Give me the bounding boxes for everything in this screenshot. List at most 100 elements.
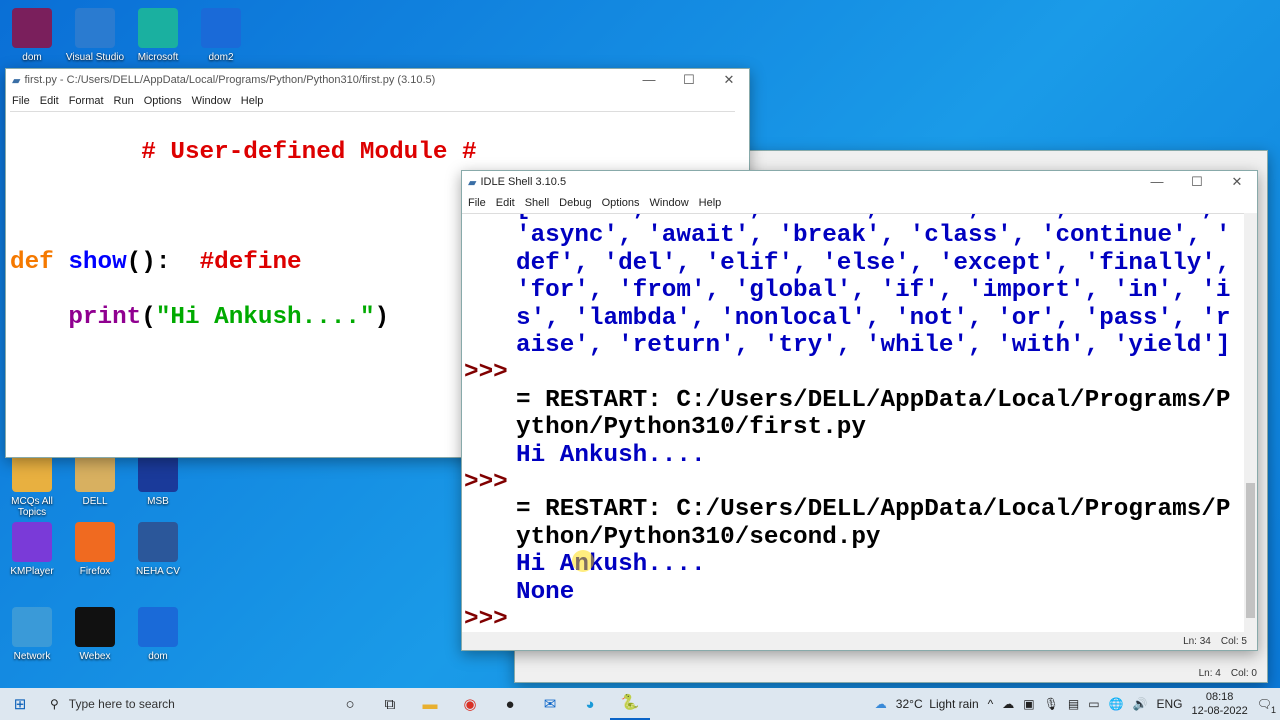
menu-help[interactable]: Help: [699, 197, 722, 209]
desktop-icon-label: MCQs All Topics: [11, 496, 53, 518]
weather-text[interactable]: 32°C Light rain: [896, 697, 979, 711]
desktop-icon[interactable]: MCQs All Topics: [0, 452, 64, 518]
shell-output: = RESTART: C:/Users/DELL/AppData/Local/P…: [516, 496, 1231, 524]
shell-output: ython/Python310/first.py: [516, 414, 866, 442]
menu-run[interactable]: Run: [114, 95, 134, 107]
cortana-icon[interactable]: ○: [330, 696, 370, 713]
shell-prompt: [462, 442, 516, 469]
menu-edit[interactable]: Edit: [40, 95, 59, 107]
task-view-icon[interactable]: ⧉: [370, 696, 410, 713]
minimize-button[interactable]: —: [1137, 174, 1177, 190]
menu-edit[interactable]: Edit: [496, 197, 515, 209]
status-col: Col: 0: [1230, 667, 1257, 679]
menu-window[interactable]: Window: [650, 197, 689, 209]
battery-icon[interactable]: ▭: [1088, 697, 1099, 711]
desktop-icon[interactable]: dom: [126, 607, 190, 662]
windows-start-icon[interactable]: ⊞: [0, 695, 40, 713]
desktop-icon-label: KMPlayer: [10, 566, 54, 577]
idle-icon[interactable]: 🐍: [610, 688, 650, 720]
desktop-icon-image: [75, 522, 115, 562]
chrome-icon[interactable]: ◉: [450, 695, 490, 713]
cloud-icon[interactable]: ☁: [1002, 697, 1014, 711]
shell-line: def', 'del', 'elif', 'else', 'except', '…: [462, 250, 1246, 277]
shell-output: ython/Python310/second.py: [516, 523, 881, 551]
mouse-cursor: [572, 550, 594, 572]
maximize-button[interactable]: ☐: [669, 72, 709, 88]
shell-line: aise', 'return', 'try', 'while', 'with',…: [462, 332, 1246, 359]
maximize-button[interactable]: ☐: [1177, 174, 1217, 190]
menu-window[interactable]: Window: [192, 95, 231, 107]
close-button[interactable]: ✕: [1217, 174, 1257, 190]
shell-output: None: [516, 578, 575, 606]
shell-menubar: File Edit Shell Debug Options Window Help: [462, 193, 1257, 213]
menu-file[interactable]: File: [12, 95, 30, 107]
desktop-icon-label: NEHA CV: [136, 566, 180, 577]
desktop-icon-image: [12, 8, 52, 48]
desktop-icon[interactable]: DELL: [63, 452, 127, 507]
scrollbar-thumb[interactable]: [1246, 483, 1255, 618]
volume-icon[interactable]: 🔊: [1133, 697, 1148, 711]
editor-titlebar[interactable]: ▰ first.py - C:/Users/DELL/AppData/Local…: [6, 69, 749, 91]
shell-prompt: >>>: [464, 469, 508, 497]
desktop-icon[interactable]: Network: [0, 607, 64, 662]
desktop-icon-image: [75, 607, 115, 647]
notification-icon[interactable]: 🗨 1: [1257, 697, 1276, 715]
shell-line: Hi Ankush....: [462, 442, 1246, 469]
desktop-icon-label: DELL: [82, 496, 108, 507]
desktop-icon[interactable]: Visual Studio: [63, 8, 127, 63]
shell-line: >>>: [462, 359, 1246, 386]
desktop-icon[interactable]: Microsoft: [126, 8, 190, 63]
shell-titlebar[interactable]: ▰ IDLE Shell 3.10.5 — ☐ ✕: [462, 171, 1257, 193]
menu-format[interactable]: Format: [69, 95, 104, 107]
desktop-icon[interactable]: KMPlayer: [0, 522, 64, 577]
desktop-icon-image: [12, 522, 52, 562]
mail-icon[interactable]: ✉: [530, 695, 570, 713]
desktop-icon[interactable]: dom: [0, 8, 64, 63]
code-text: ): [374, 303, 390, 331]
edge-icon[interactable]: ◕: [570, 696, 610, 713]
desktop-icon-label: Firefox: [79, 566, 111, 577]
shell-prompt: [462, 332, 516, 359]
desktop-icon-image: [201, 8, 241, 48]
shell-line: ython/Python310/first.py: [462, 414, 1246, 441]
dell-icon[interactable]: ●: [490, 696, 530, 713]
show-hidden-icons[interactable]: ^: [988, 697, 994, 711]
clock[interactable]: 08:18 12-08-2022: [1191, 690, 1247, 718]
shell-line: >>>: [462, 469, 1246, 496]
shell-output: def', 'del', 'elif', 'else', 'except', '…: [516, 249, 1231, 277]
menu-options[interactable]: Options: [144, 95, 182, 107]
shell-window[interactable]: ▰ IDLE Shell 3.10.5 — ☐ ✕ File Edit Shell Deb…: [461, 170, 1258, 651]
code-function-name: show: [68, 249, 127, 277]
shell-line: None: [462, 579, 1246, 606]
menu-debug[interactable]: Debug: [559, 197, 591, 209]
security-icon[interactable]: ▤: [1068, 697, 1079, 711]
menu-options[interactable]: Options: [602, 197, 640, 209]
language-indicator[interactable]: ENG: [1156, 697, 1182, 711]
desktop-icon[interactable]: Firefox: [63, 522, 127, 577]
menu-help[interactable]: Help: [241, 95, 264, 107]
code-comment: # User-defined Module #: [10, 139, 477, 167]
minimize-button[interactable]: —: [629, 72, 669, 88]
desktop-icon[interactable]: NEHA CV: [126, 522, 190, 577]
close-button[interactable]: ✕: [709, 72, 749, 88]
menu-shell[interactable]: Shell: [525, 197, 549, 209]
microphone-icon[interactable]: 🎙: [1044, 697, 1059, 711]
shell-prompt: [462, 387, 516, 414]
menu-file[interactable]: File: [468, 197, 486, 209]
desktop-icon-label: dom2: [208, 52, 234, 63]
network-icon[interactable]: 🌐: [1109, 697, 1124, 711]
desktop-icon[interactable]: Webex: [63, 607, 127, 662]
file-explorer-icon[interactable]: ▬: [410, 696, 450, 713]
desktop-icon-image: [75, 8, 115, 48]
code-string: "Hi Ankush....": [155, 303, 375, 331]
shell-scrollbar[interactable]: [1244, 213, 1257, 633]
shell-line: ['False', 'None', 'True', 'and', 'as', '…: [462, 214, 1246, 222]
desktop-icon[interactable]: MSB: [126, 452, 190, 507]
shell-output: 'for', 'from', 'global', 'if', 'import',…: [516, 277, 1231, 305]
desktop-icon-label: Network: [13, 651, 51, 662]
search-box[interactable]: ⚲ Type here to search: [40, 688, 330, 720]
desktop-icon[interactable]: dom2: [189, 8, 253, 63]
shell-prompt: >>>: [464, 359, 508, 387]
camera-icon[interactable]: ▣: [1023, 697, 1034, 711]
status-line: Ln: 34: [1183, 635, 1211, 647]
